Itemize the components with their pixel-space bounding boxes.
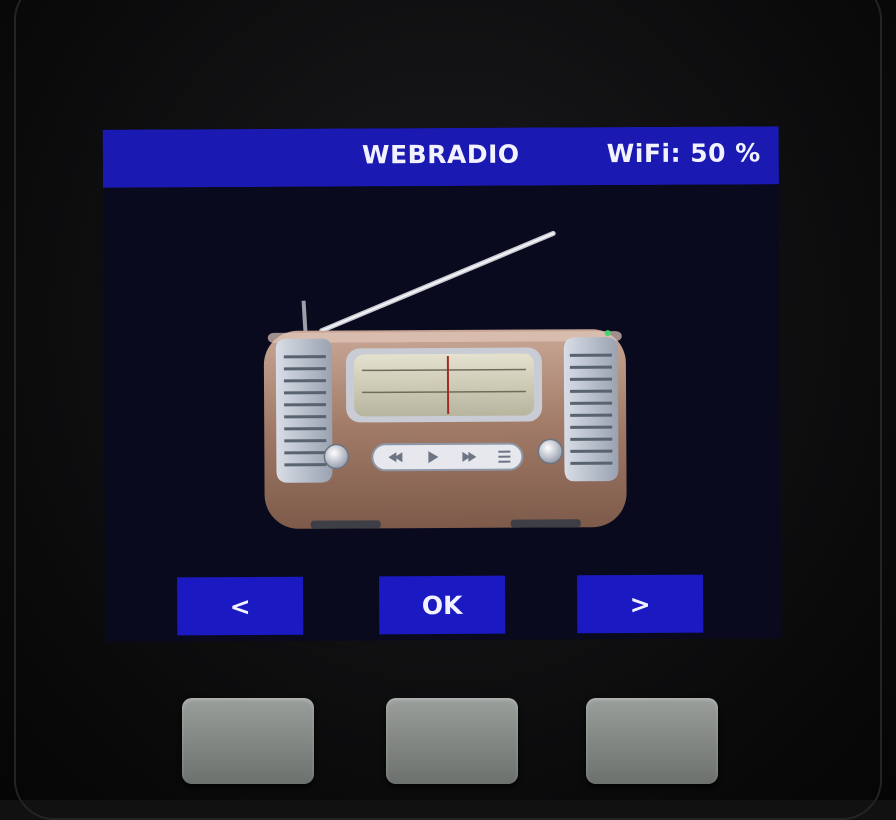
header-bar: WEBRADIO WiFi: 50 % (103, 126, 779, 188)
hardware-button-right[interactable] (586, 698, 718, 784)
radio-icon (253, 219, 635, 531)
next-button[interactable]: > (577, 575, 703, 634)
previous-button[interactable]: < (177, 577, 303, 636)
hardware-button-middle[interactable] (386, 698, 518, 784)
ok-button[interactable]: OK (379, 576, 505, 635)
hardware-button-left[interactable] (182, 698, 314, 784)
display-screen: WEBRADIO WiFi: 50 % (103, 126, 782, 642)
device-housing: WEBRADIO WiFi: 50 % (0, 0, 896, 800)
wifi-status: WiFi: 50 % (607, 138, 761, 168)
